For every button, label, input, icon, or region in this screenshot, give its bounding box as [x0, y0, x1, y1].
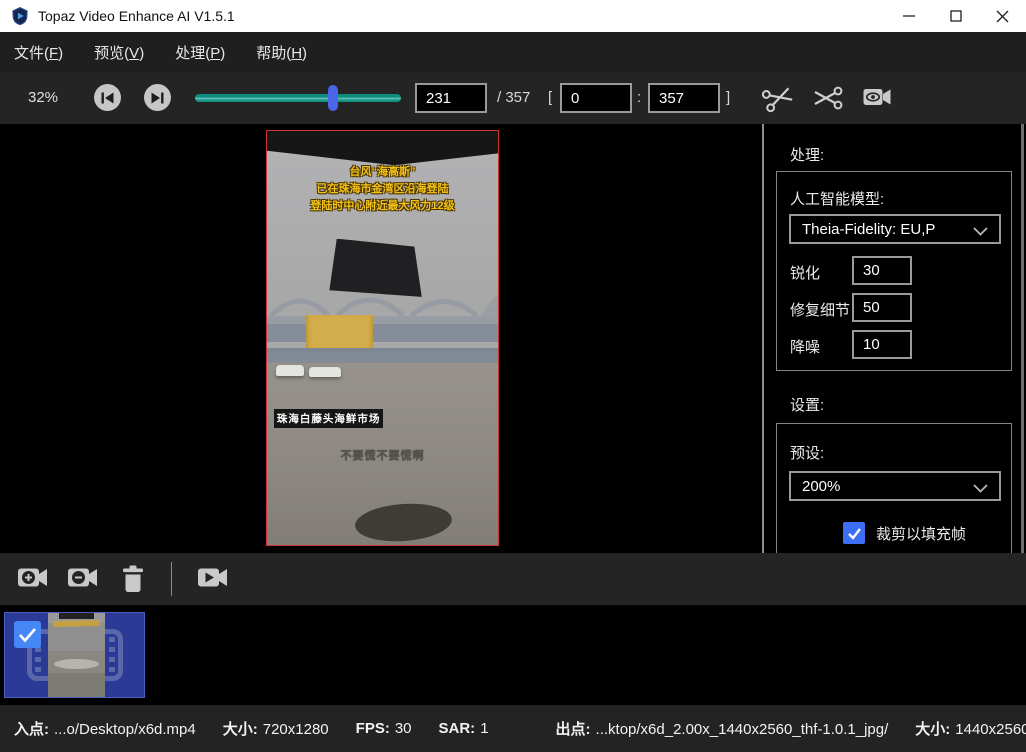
- toolbar-divider: [171, 562, 172, 596]
- status-out-size: 大小:1440x2560: [915, 718, 1026, 739]
- thumb-awning: [59, 613, 93, 619]
- trim-out-scissors-icon: [812, 84, 844, 112]
- thumb-flood: [48, 673, 105, 697]
- range-end-input[interactable]: [648, 83, 720, 113]
- preset-value: 200%: [802, 478, 840, 495]
- delete-video-button[interactable]: [120, 564, 146, 594]
- status-sar: SAR:1: [439, 720, 489, 737]
- trash-icon: [120, 564, 146, 594]
- video-preview[interactable]: 台风“海高斯” 已在珠海市金湾区沿海登陆 登陆时中心附近最大风力12级 珠海白藤…: [266, 130, 499, 546]
- close-icon: [996, 10, 1009, 23]
- menu-process[interactable]: 处理(P): [175, 42, 225, 63]
- chevron-down-icon: [973, 227, 988, 236]
- maximize-icon: [950, 10, 962, 22]
- process-video-button[interactable]: [196, 564, 228, 592]
- thumb-splash: [54, 659, 100, 669]
- thumbnail-checkbox[interactable]: [14, 621, 41, 648]
- panel-splitter[interactable]: [762, 124, 764, 553]
- menu-file[interactable]: 文件(F): [14, 42, 63, 63]
- denoise-label: 降噪: [790, 336, 820, 357]
- status-out-point: 出点:...ktop/x6d_2.00x_1440x2560_thf-1.0.1…: [556, 718, 889, 739]
- skip-forward-icon: [150, 91, 165, 105]
- remove-video-icon: [66, 564, 98, 592]
- settings-section-label: 设置:: [790, 394, 824, 415]
- ai-model-value: Theia-Fidelity: EU,P: [802, 221, 935, 238]
- previous-frame-button[interactable]: [94, 84, 121, 111]
- next-frame-button[interactable]: [144, 84, 171, 111]
- denoise-input[interactable]: [852, 330, 912, 359]
- frame-total-label: / 357: [497, 89, 530, 106]
- video-submerged-car: [309, 367, 341, 377]
- chevron-down-icon: [973, 484, 988, 493]
- status-fps: FPS:30: [356, 720, 412, 737]
- remove-video-button[interactable]: [66, 564, 98, 592]
- preset-group: 预设: 200% 裁剪以填充帧: [776, 423, 1012, 553]
- title-bar: Topaz Video Enhance AI V1.5.1: [0, 0, 1026, 32]
- range-start-input[interactable]: [560, 83, 632, 113]
- close-button[interactable]: [979, 0, 1026, 32]
- skip-back-icon: [100, 91, 115, 105]
- panel-scrollbar[interactable]: [1021, 124, 1024, 553]
- app-logo-icon: [10, 6, 30, 26]
- video-list-toolbar: [0, 553, 1026, 605]
- checkmark-icon: [18, 627, 37, 643]
- timeline-slider[interactable]: [195, 94, 401, 102]
- settings-panel: 处理: 人工智能模型: Theia-Fidelity: EU,P 锐化 修复细节…: [766, 124, 1026, 553]
- sharpen-label: 锐化: [790, 262, 820, 283]
- minimize-icon: [903, 10, 915, 22]
- zoom-level-label: 32%: [28, 89, 58, 106]
- preset-dropdown[interactable]: 200%: [789, 471, 1001, 501]
- current-frame-input[interactable]: [415, 83, 487, 113]
- crop-to-fill-checkbox[interactable]: [843, 522, 865, 544]
- preview-button[interactable]: [862, 84, 892, 110]
- range-bracket-close: ]: [726, 89, 730, 106]
- preset-label: 预设:: [790, 442, 824, 463]
- timeline-slider-handle[interactable]: [328, 85, 338, 111]
- video-submerged-car: [276, 365, 304, 376]
- preview-camera-eye-icon: [862, 84, 892, 110]
- video-location-label: 珠海白藤头海鲜市场: [274, 409, 384, 428]
- add-video-icon: [16, 564, 48, 592]
- restore-detail-label: 修复细节: [790, 299, 850, 320]
- menu-help[interactable]: 帮助(H): [256, 42, 307, 63]
- ai-model-label: 人工智能模型:: [790, 188, 884, 209]
- processing-section-label: 处理:: [790, 144, 824, 165]
- checkmark-icon: [847, 527, 862, 540]
- video-bridge-silhouette: [267, 280, 498, 342]
- ai-model-dropdown[interactable]: Theia-Fidelity: EU,P: [789, 214, 1001, 244]
- playback-toolbar: 32% / 357 [ : ]: [0, 72, 1026, 124]
- range-bracket-open: [: [548, 89, 552, 106]
- restore-detail-input[interactable]: [852, 293, 912, 322]
- ai-model-group: 人工智能模型: Theia-Fidelity: EU,P 锐化 修复细节 降噪: [776, 171, 1012, 371]
- process-video-icon: [196, 564, 228, 592]
- thumb-title-text: [53, 620, 101, 628]
- trim-out-button[interactable]: [812, 84, 844, 112]
- maximize-button[interactable]: [932, 0, 979, 32]
- minimize-button[interactable]: [885, 0, 932, 32]
- video-thumbnail-strip: [0, 605, 1026, 705]
- status-in-point: 入点:...o/Desktop/x6d.mp4: [14, 718, 196, 739]
- thumbnail-video-frame: [48, 613, 105, 697]
- status-in-size: 大小:720x1280: [223, 718, 329, 739]
- window-title: Topaz Video Enhance AI V1.5.1: [38, 8, 235, 24]
- menu-preview[interactable]: 预览(V): [94, 42, 144, 63]
- video-title-overlay: 台风“海高斯” 已在珠海市金湾区沿海登陆 登陆时中心附近最大风力12级: [267, 164, 498, 215]
- video-thumbnail-selected[interactable]: [4, 612, 145, 698]
- add-video-button[interactable]: [16, 564, 48, 592]
- crop-to-fill-label: 裁剪以填充帧: [876, 523, 966, 544]
- main-area: 台风“海高斯” 已在珠海市金湾区沿海登陆 登陆时中心附近最大风力12级 珠海白藤…: [0, 124, 1026, 553]
- app-window: Topaz Video Enhance AI V1.5.1 文件(F) 预览(V…: [0, 0, 1026, 752]
- menu-bar: 文件(F) 预览(V) 处理(P) 帮助(H): [0, 32, 1026, 72]
- video-subtitle: 不要慌不要慌啊: [267, 447, 498, 463]
- status-bar: 入点:...o/Desktop/x6d.mp4 大小:720x1280 FPS:…: [0, 705, 1026, 752]
- trim-in-button[interactable]: [762, 84, 794, 112]
- range-separator: :: [637, 89, 641, 106]
- trim-in-scissors-icon: [758, 80, 797, 117]
- sharpen-input[interactable]: [852, 256, 912, 285]
- crop-to-fill-row: 裁剪以填充帧: [843, 522, 966, 544]
